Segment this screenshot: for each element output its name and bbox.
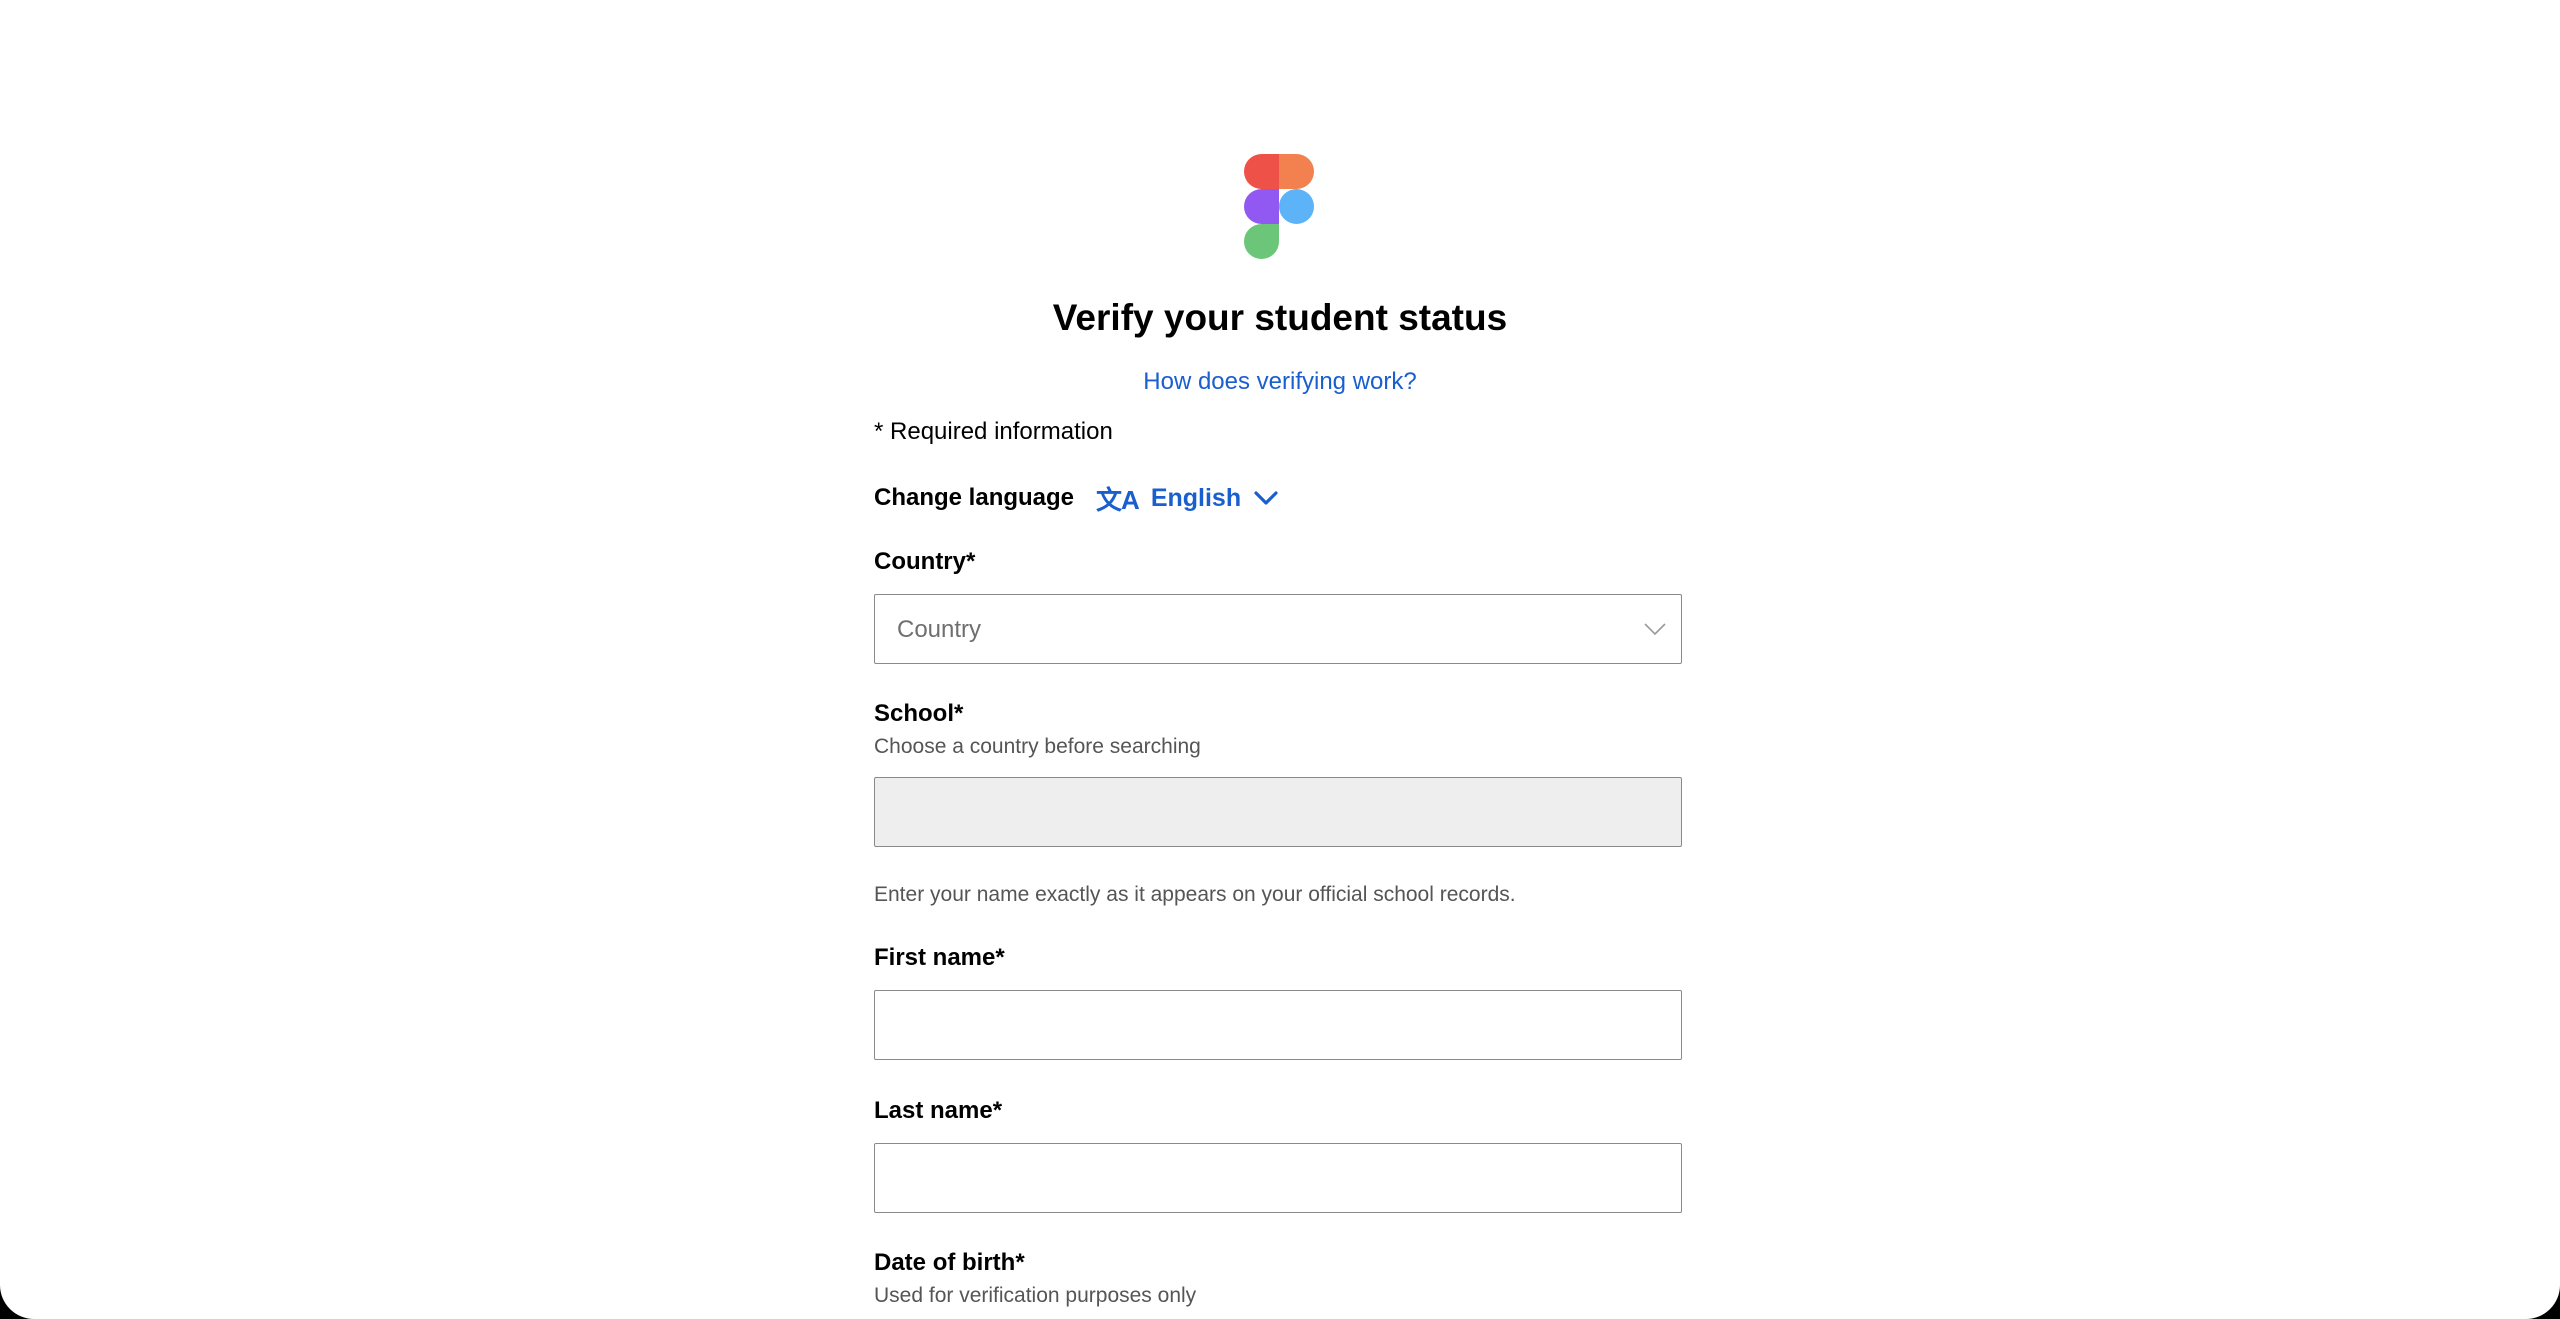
first-name-label: First name* [874,944,1005,971]
chevron-down-icon [1254,491,1278,505]
country-placeholder: Country [897,616,982,643]
language-selector[interactable]: 文A English [1096,480,1279,517]
name-hint: Enter your name exactly as it appears on… [874,883,1516,906]
country-select[interactable]: Country [874,594,1682,664]
country-label: Country* [874,548,976,575]
date-of-birth-label: Date of birth* [874,1249,1025,1276]
school-label: School* [874,700,964,727]
required-information-note: * Required information [874,418,1113,445]
school-search-input[interactable] [874,777,1682,847]
first-name-field[interactable] [874,990,1682,1060]
last-name-label: Last name* [874,1097,1003,1124]
language-row: Change language 文A English [874,478,1279,518]
selected-language: English [1150,483,1242,512]
chevron-down-icon [1644,623,1666,636]
figma-logo [1244,154,1314,259]
date-of-birth-hint: Used for verification purposes only [874,1284,1197,1307]
how-verifying-works-link[interactable]: How does verifying work? [0,364,2560,400]
browser-window: Verify your student status How does veri… [0,0,2560,1319]
change-language-label: Change language [874,484,1075,511]
last-name-field[interactable] [874,1143,1682,1213]
school-hint: Choose a country before searching [874,735,1201,758]
translate-icon: 文A [1096,484,1140,515]
page-title: Verify your student status [1052,297,1508,338]
